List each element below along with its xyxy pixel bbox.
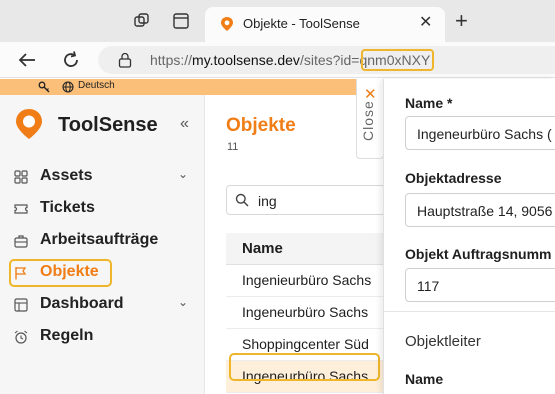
key-icon[interactable] <box>38 81 50 93</box>
manager-name-label: Name <box>405 371 444 387</box>
sidebar-item-label: Tickets <box>40 199 95 216</box>
sidebar-item-label: Assets <box>40 167 93 184</box>
tab-actions-icon[interactable] <box>172 12 190 30</box>
workspaces-icon[interactable] <box>133 12 151 30</box>
close-label: Close <box>360 100 376 141</box>
grid-icon <box>14 170 28 184</box>
active-browser-tab[interactable]: Objekte - ToolSense ✕ <box>205 7 445 42</box>
address-label: Objektadresse <box>405 170 502 186</box>
order-number-label: Objekt Auftragsnumm <box>405 246 552 262</box>
sidebar-item-tickets[interactable]: Tickets <box>8 195 198 223</box>
search-value: ing <box>258 193 277 209</box>
sidebar-item-arbeitsauftraege[interactable]: Arbeitsaufträge <box>8 227 198 255</box>
object-detail-panel: Name * Ingeneurbüro Sachs ( Objektadress… <box>383 79 555 394</box>
table-row[interactable]: Ingeneurbüro Sachs <box>226 297 396 329</box>
url-id-highlight <box>361 49 434 71</box>
table-row[interactable]: Ingenieurbüro Sachs <box>226 265 396 297</box>
page-title: Objekte <box>226 115 296 136</box>
toolsense-favicon-icon <box>221 17 233 31</box>
address-bar-row: https://my.toolsense.dev/sites?id=qnm0xN… <box>0 42 555 78</box>
lock-icon[interactable] <box>118 52 132 68</box>
manager-section-title: Objektleiter <box>405 333 481 350</box>
column-header-name[interactable]: Name <box>226 233 396 265</box>
new-tab-icon[interactable]: + <box>455 10 468 32</box>
address-value: Hauptstraße 14, 9056 <box>417 203 553 219</box>
browser-tab-bar: Objekte - ToolSense ✕ + <box>0 0 555 42</box>
sidebar-item-label: Dashboard <box>40 295 124 312</box>
selected-row-highlight <box>229 353 380 381</box>
back-arrow-icon[interactable] <box>17 50 37 70</box>
search-input[interactable]: ing <box>226 185 396 215</box>
address-field[interactable]: Hauptstraße 14, 9056 <box>405 193 555 227</box>
sidebar-item-regeln[interactable]: Regeln <box>8 323 198 351</box>
brand-name: ToolSense <box>58 114 158 136</box>
chevron-down-icon[interactable]: ⌄ <box>178 167 188 181</box>
chevron-down-icon[interactable]: ⌄ <box>178 295 188 309</box>
objects-list-pane: Objekte 11 ✕ Close ing Name Ingenieurbür… <box>206 79 396 394</box>
globe-icon[interactable] <box>62 81 74 93</box>
tab-title: Objekte - ToolSense <box>243 16 360 31</box>
url-input[interactable]: https://my.toolsense.dev/sites?id=qnm0xN… <box>98 46 555 74</box>
active-item-highlight <box>9 259 112 287</box>
environment-banner: Deutsch <box>0 79 390 95</box>
name-value: Ingeneurbüro Sachs ( <box>417 126 552 142</box>
toolsense-logo-icon <box>16 109 42 139</box>
order-number-value: 117 <box>417 278 440 294</box>
section-divider <box>384 311 555 312</box>
name-field[interactable]: Ingeneurbüro Sachs ( <box>405 116 555 150</box>
ticket-icon <box>14 204 28 214</box>
language-selector[interactable]: Deutsch <box>78 80 115 91</box>
search-icon <box>235 193 249 207</box>
sidebar-item-assets[interactable]: Assets ⌄ <box>8 163 198 191</box>
close-panel-button[interactable]: ✕ Close <box>356 79 384 159</box>
tab-close-icon[interactable]: ✕ <box>419 13 432 33</box>
refresh-icon[interactable] <box>61 50 81 70</box>
collapse-sidebar-icon[interactable]: « <box>180 115 189 133</box>
briefcase-icon <box>14 235 28 248</box>
object-count: 11 <box>227 141 239 153</box>
name-label: Name * <box>405 95 453 111</box>
alarm-icon <box>14 330 28 344</box>
dashboard-icon <box>14 298 28 312</box>
sidebar-item-dashboard[interactable]: Dashboard ⌄ <box>8 291 198 319</box>
sidebar-item-label: Regeln <box>40 327 94 344</box>
order-number-field[interactable]: 117 <box>405 268 555 302</box>
sidebar-item-label: Arbeitsaufträge <box>40 231 159 248</box>
sidebar: ToolSense « Assets ⌄ Tickets Arbeitsauft… <box>0 95 205 394</box>
